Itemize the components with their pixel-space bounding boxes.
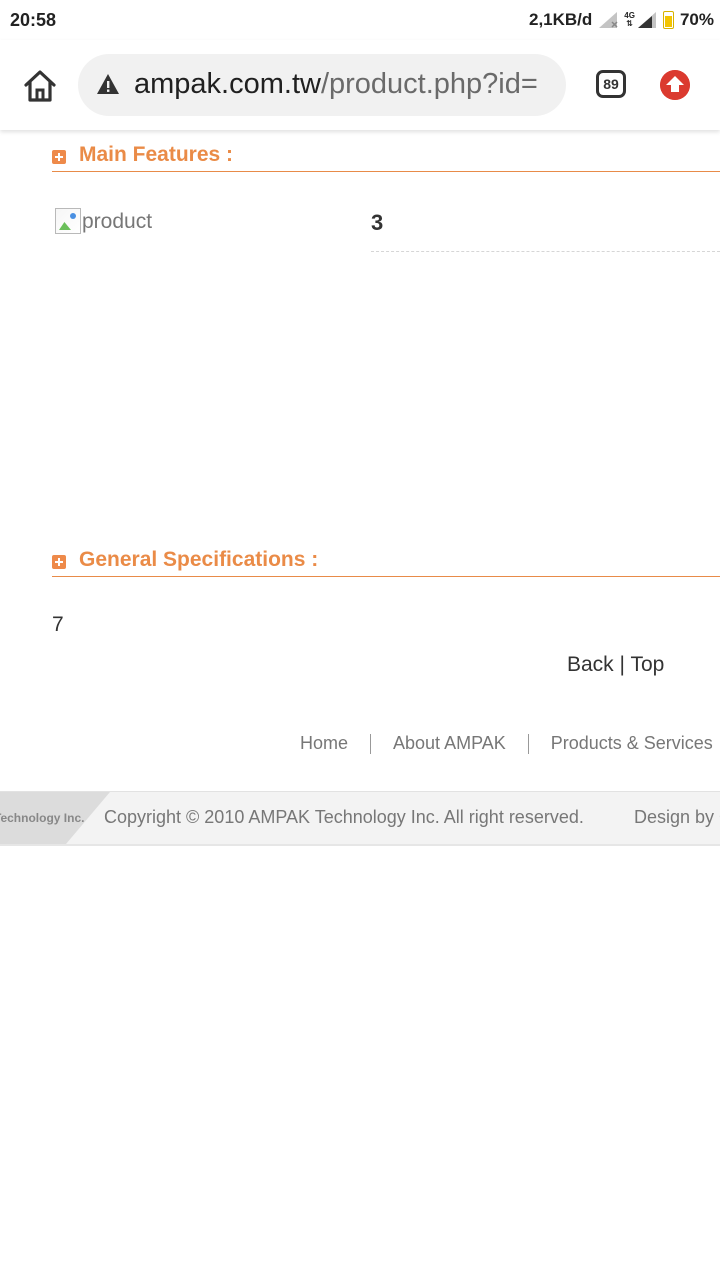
footer-nav-divider bbox=[527, 734, 529, 754]
main-features-header: Main Features : bbox=[52, 137, 720, 172]
footer-link-products[interactable]: Products & Services bbox=[551, 733, 713, 754]
general-specs-value: 7 bbox=[52, 613, 64, 636]
back-top-links: Back | Top bbox=[567, 653, 664, 677]
url-text[interactable]: ampak.com.tw/product.php?id= bbox=[134, 68, 554, 101]
status-time: 20:58 bbox=[10, 10, 57, 30]
top-link[interactable]: Top bbox=[630, 653, 664, 676]
feature-divider bbox=[371, 251, 720, 252]
address-bar[interactable]: ampak.com.tw/product.php?id= bbox=[78, 54, 566, 116]
back-link[interactable]: Back bbox=[567, 653, 614, 676]
footer-logo: Technology Inc. bbox=[0, 792, 110, 844]
browser-toolbar: ampak.com.tw/product.php?id= 89 bbox=[0, 40, 720, 130]
main-features-value: 3 bbox=[371, 210, 384, 235]
status-bar: 20:58 2,1KB/d 4G ⇅ 70% bbox=[0, 0, 720, 40]
warning-icon[interactable] bbox=[96, 73, 120, 95]
battery-icon bbox=[662, 11, 674, 29]
battery-level: 70% bbox=[679, 10, 714, 29]
expand-plus-icon[interactable] bbox=[52, 555, 66, 569]
footer-nav-divider bbox=[370, 734, 372, 754]
tab-switcher-button[interactable]: 89 bbox=[596, 70, 626, 98]
product-image-alt: product bbox=[82, 210, 153, 233]
footer-link-about[interactable]: About AMPAK bbox=[393, 733, 506, 754]
home-icon[interactable] bbox=[22, 68, 58, 104]
general-specs-title: General Specifications : bbox=[79, 548, 319, 571]
footer-logo-text: Technology Inc. bbox=[0, 811, 85, 825]
general-specs-header: General Specifications : bbox=[52, 542, 720, 577]
link-separator: | bbox=[613, 653, 631, 676]
update-icon[interactable] bbox=[660, 70, 690, 100]
url-host: ampak.com.tw bbox=[134, 68, 321, 100]
data-rate: 2,1KB/d bbox=[529, 10, 593, 29]
data-arrows-icon: ⇅ bbox=[626, 19, 633, 28]
signal-icon bbox=[637, 12, 656, 28]
footer-bar: Technology Inc. Copyright © 2010 AMPAK T… bbox=[0, 791, 720, 846]
footer-nav: Home About AMPAK Products & Services bbox=[300, 733, 713, 754]
status-indicators: 2,1KB/d 4G ⇅ 70% bbox=[529, 10, 714, 30]
product-image: product bbox=[55, 208, 195, 238]
broken-image-icon bbox=[55, 208, 81, 234]
main-features-title: Main Features : bbox=[79, 143, 234, 166]
network-type: 4G ⇅ bbox=[624, 11, 635, 28]
url-path: /product.php?id= bbox=[320, 68, 538, 100]
design-by-text: Design by CH bbox=[634, 807, 720, 827]
footer-link-home[interactable]: Home bbox=[300, 733, 348, 754]
copyright-text: Copyright © 2010 AMPAK Technology Inc. A… bbox=[104, 807, 584, 827]
signal-weak-icon bbox=[599, 12, 618, 28]
expand-plus-icon[interactable] bbox=[52, 150, 66, 164]
